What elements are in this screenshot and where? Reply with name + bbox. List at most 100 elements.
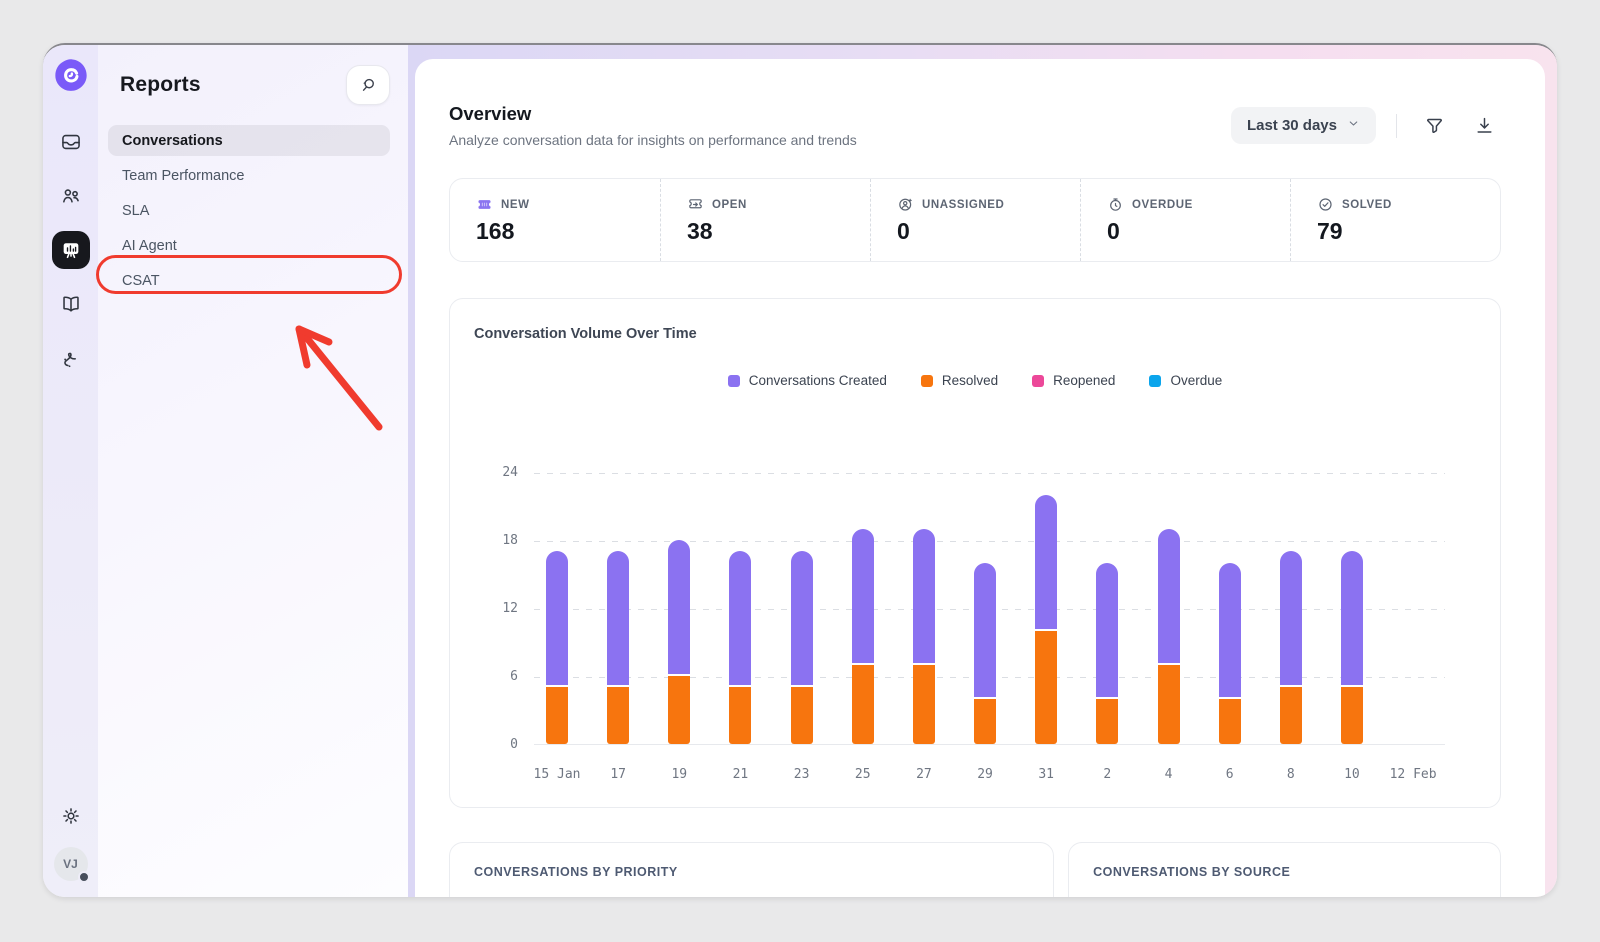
rail-bottom: VJ: [54, 799, 88, 881]
contacts-icon: [60, 185, 82, 207]
stat-label: UNASSIGNED: [922, 199, 1004, 211]
bar-segment-resolved: [729, 687, 751, 744]
bar-segment-resolved: [1158, 665, 1180, 744]
bar-23: [791, 551, 813, 744]
gridline: [534, 473, 1445, 474]
sidebar-item-label: Team Performance: [122, 168, 245, 184]
x-tick-label: 12 Feb: [1371, 767, 1455, 782]
chevron-down-icon: [1347, 117, 1360, 134]
date-range-label: Last 30 days: [1247, 117, 1337, 134]
stats-row: NEW168OPEN38UNASSIGNED0OVERDUE0SOLVED79: [449, 178, 1501, 262]
legend-item-overdue[interactable]: Overdue: [1149, 373, 1222, 388]
app-logo-icon[interactable]: [53, 57, 89, 93]
chart-plot: 0612182415 Jan171921232527293124681012 F…: [534, 473, 1445, 745]
campaigns-icon: [60, 347, 82, 369]
overdue-icon: [1107, 196, 1124, 213]
search-button[interactable]: [346, 65, 390, 105]
bar-21: [729, 551, 751, 744]
ticket-new-icon: [476, 196, 493, 213]
bar-segment-resolved: [852, 665, 874, 744]
bar-segment-created: [1341, 551, 1363, 685]
sidebar-item-csat[interactable]: CSAT: [108, 265, 390, 296]
bar-segment-created: [791, 551, 813, 685]
bar-segment-created: [668, 540, 690, 674]
divider: [1396, 114, 1397, 138]
y-tick-label: 24: [480, 465, 518, 480]
sidebar-item-team-performance[interactable]: Team Performance: [108, 160, 390, 191]
conversations-by-source-card: CONVERSATIONS BY SOURCE: [1068, 842, 1501, 897]
bar-29: [974, 563, 996, 744]
bar-segment-resolved: [1341, 687, 1363, 744]
stat-label: OVERDUE: [1132, 199, 1193, 211]
bar-segment-resolved: [791, 687, 813, 744]
stat-label: OPEN: [712, 199, 747, 211]
x-axis-line: [534, 744, 1445, 745]
bar-segment-created: [607, 551, 629, 685]
legend-swatch-icon: [1149, 375, 1161, 387]
legend-item-reopened[interactable]: Reopened: [1032, 373, 1115, 388]
stat-open: OPEN 38: [660, 179, 870, 261]
card-title: CONVERSATIONS BY SOURCE: [1093, 865, 1476, 879]
gear-icon: [60, 805, 82, 827]
rail-item-reports[interactable]: [52, 231, 90, 269]
card-title: CONVERSATIONS BY PRIORITY: [474, 865, 1029, 879]
sidebar-item-sla[interactable]: SLA: [108, 195, 390, 226]
legend-label: Resolved: [942, 373, 998, 388]
bar-19: [668, 540, 690, 744]
app-window: VJ Reports ConversationsTeam Performance…: [43, 43, 1557, 897]
stat-new: NEW168: [450, 179, 660, 261]
bar-segment-created: [1280, 551, 1302, 685]
legend-item-conversations-created[interactable]: Conversations Created: [728, 373, 887, 388]
bar-segment-created: [852, 529, 874, 663]
legend-label: Reopened: [1053, 373, 1115, 388]
sidebar-item-label: Conversations: [122, 133, 223, 149]
bar-segment-resolved: [546, 687, 568, 744]
bar-25: [852, 529, 874, 744]
legend-item-resolved[interactable]: Resolved: [921, 373, 998, 388]
date-range-select[interactable]: Last 30 days: [1231, 107, 1376, 144]
knowledge-base-icon: [60, 293, 82, 315]
stat-value: 0: [1107, 218, 1290, 245]
rail-item-campaigns[interactable]: [52, 339, 90, 377]
rail-item-contacts[interactable]: [52, 177, 90, 215]
sidebar-item-conversations[interactable]: Conversations: [108, 125, 390, 156]
y-tick-label: 12: [480, 601, 518, 616]
stat-label: SOLVED: [1342, 199, 1392, 211]
stat-value: 38: [687, 218, 870, 245]
filter-button[interactable]: [1417, 109, 1451, 143]
bar-2: [1096, 563, 1118, 744]
bar-segment-resolved: [974, 699, 996, 744]
legend-swatch-icon: [728, 375, 740, 387]
legend-label: Overdue: [1170, 373, 1222, 388]
bar-segment-created: [729, 551, 751, 685]
avatar[interactable]: VJ: [54, 847, 88, 881]
conversation-volume-chart: Conversation Volume Over Time Conversati…: [449, 298, 1501, 808]
bar-segment-resolved: [913, 665, 935, 744]
rail-item-knowledge-base[interactable]: [52, 285, 90, 323]
settings-button[interactable]: [54, 799, 88, 833]
main-pane: Overview Analyze conversation data for i…: [408, 45, 1557, 897]
bar-17: [607, 551, 629, 744]
avatar-initials: VJ: [63, 857, 78, 871]
download-button[interactable]: [1467, 109, 1501, 143]
filter-icon: [1424, 115, 1445, 136]
bar-segment-resolved: [1219, 699, 1241, 744]
reports-icon: [60, 239, 82, 261]
bar-segment-created: [913, 529, 935, 663]
bar-segment-created: [1035, 495, 1057, 629]
bar-segment-resolved: [1035, 631, 1057, 744]
bar-segment-created: [1219, 563, 1241, 697]
unassigned-icon: [897, 196, 914, 213]
stat-value: 168: [476, 218, 660, 245]
solved-icon: [1317, 196, 1334, 213]
ticket-open-icon: [687, 196, 704, 213]
bar-8: [1280, 551, 1302, 744]
rail-item-inbox[interactable]: [52, 123, 90, 161]
chart-legend: Conversations Created Resolved Reopened Ove…: [450, 373, 1500, 388]
sidebar-item-label: CSAT: [122, 273, 160, 289]
bar-31: [1035, 495, 1057, 744]
stat-unassigned: UNASSIGNED0: [870, 179, 1080, 261]
reports-sidebar: Reports ConversationsTeam PerformanceSLA…: [98, 45, 408, 897]
bar-15-jan: [546, 551, 568, 744]
sidebar-item-ai-agent[interactable]: AI Agent: [108, 230, 390, 261]
